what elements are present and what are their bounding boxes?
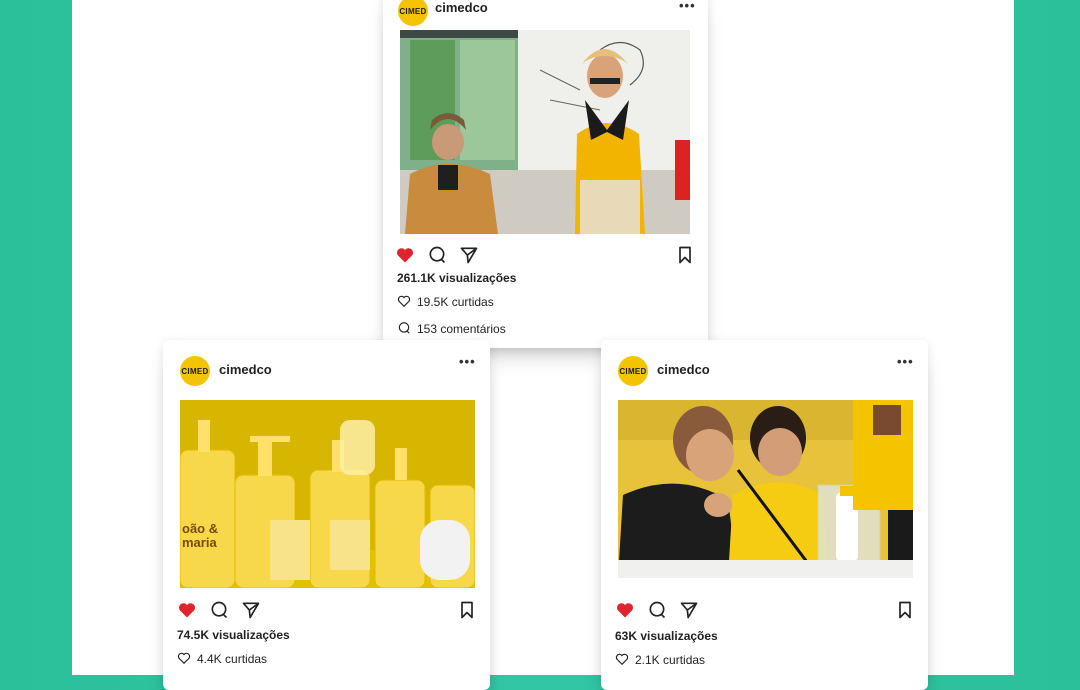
post-card-2: CIMED cimedco ••• oão & maria 74.5K visu… <box>163 340 490 690</box>
heart-outline-icon <box>177 652 191 665</box>
views-count: 74.5K visualizações <box>177 628 290 642</box>
bookmark-icon[interactable] <box>675 245 695 265</box>
post-header: CIMED cimedco ••• <box>601 354 928 394</box>
comment-icon[interactable] <box>647 600 667 620</box>
likes-row: 19.5K curtidas <box>397 294 494 309</box>
post-actions <box>177 600 477 622</box>
more-icon[interactable]: ••• <box>459 354 476 369</box>
bottle-label: oão & maria <box>182 521 219 550</box>
share-icon[interactable] <box>679 600 699 620</box>
comments-row[interactable]: 153 comentários <box>397 321 506 336</box>
bookmark-icon[interactable] <box>457 600 477 620</box>
post-image[interactable] <box>618 400 913 578</box>
avatar[interactable]: CIMED <box>618 356 648 386</box>
heart-outline-icon <box>397 295 411 308</box>
likes-row: 4.4K curtidas <box>177 651 267 666</box>
share-icon[interactable] <box>459 245 479 265</box>
likes-count: 19.5K curtidas <box>417 295 494 309</box>
likes-count: 4.4K curtidas <box>197 652 268 666</box>
avatar[interactable]: CIMED <box>398 0 428 26</box>
avatar[interactable]: CIMED <box>180 356 210 386</box>
more-icon[interactable]: ••• <box>897 354 914 369</box>
post-card-1: CIMED cimedco ••• 261.1K visualizações 1… <box>383 0 708 348</box>
office-scene-image <box>400 30 690 234</box>
comment-icon[interactable] <box>427 245 447 265</box>
bottles-image <box>180 400 475 588</box>
bookmark-icon[interactable] <box>895 600 915 620</box>
heart-icon[interactable] <box>177 600 197 620</box>
more-icon[interactable]: ••• <box>679 0 696 13</box>
share-icon[interactable] <box>241 600 261 620</box>
heart-icon[interactable] <box>395 245 415 265</box>
post-actions <box>395 245 695 267</box>
heart-outline-icon <box>615 653 629 666</box>
username[interactable]: cimedco <box>435 0 488 15</box>
views-count: 63K visualizações <box>615 629 718 643</box>
likes-count: 2.1K curtidas <box>635 653 706 667</box>
comment-outline-icon <box>398 322 410 334</box>
post-header: CIMED cimedco ••• <box>163 354 490 394</box>
press-conference-image <box>618 400 913 578</box>
views-count: 261.1K visualizações <box>397 271 517 285</box>
heart-icon[interactable] <box>615 600 635 620</box>
username[interactable]: cimedco <box>219 362 272 377</box>
username[interactable]: cimedco <box>657 362 710 377</box>
post-image[interactable] <box>400 30 690 234</box>
post-image[interactable]: oão & maria <box>180 400 475 588</box>
post-actions <box>615 600 915 622</box>
likes-row: 2.1K curtidas <box>615 652 705 667</box>
comments-count: 153 comentários <box>417 322 506 336</box>
post-header: CIMED cimedco ••• <box>383 0 708 34</box>
comment-icon[interactable] <box>209 600 229 620</box>
post-card-3: CIMED cimedco ••• 63K visualizações 2.1K… <box>601 340 928 690</box>
